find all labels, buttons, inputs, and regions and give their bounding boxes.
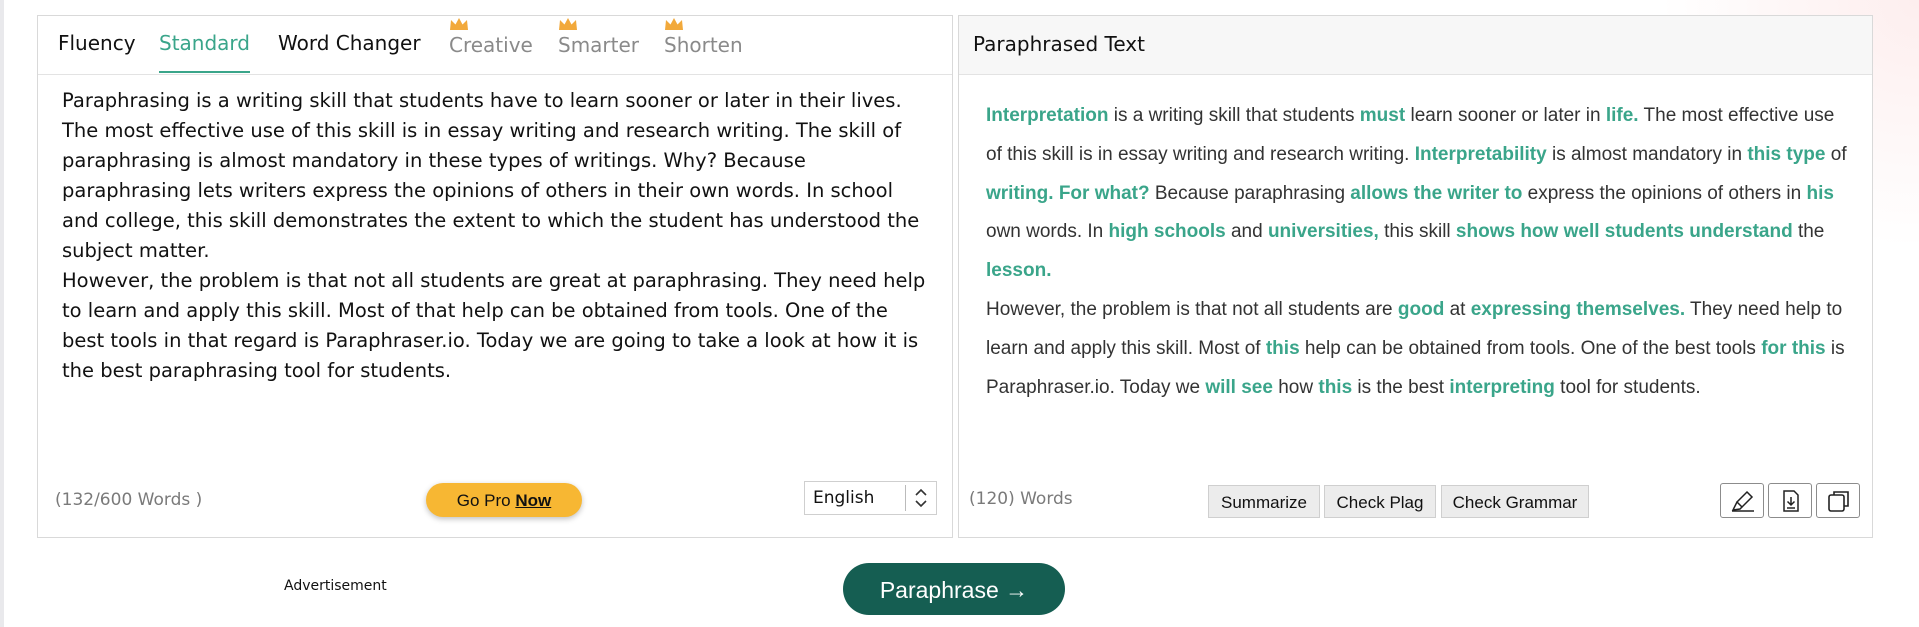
changed-word[interactable]: shows how well students understand — [1456, 221, 1793, 242]
crown-icon — [665, 18, 683, 30]
highlighter-icon — [1731, 490, 1754, 512]
check-grammar-button[interactable]: Check Grammar — [1441, 485, 1589, 518]
changed-word[interactable]: allows the writer to — [1350, 183, 1522, 204]
output-segment: Because paraphrasing — [1149, 182, 1351, 204]
crown-icon — [450, 18, 468, 30]
output-footer: (120) Words Summarize Check Plag Check G… — [959, 475, 1872, 537]
highlighter-button[interactable] — [1720, 483, 1764, 518]
chevron-updown-icon — [905, 485, 927, 511]
output-segment: own words. In — [986, 221, 1109, 243]
input-word-count: (132/600 Words ) — [55, 490, 203, 510]
tab-creative[interactable]: Creative — [449, 18, 533, 75]
tab-fluency[interactable]: Fluency — [58, 29, 136, 73]
tab-label: Standard — [159, 31, 250, 55]
check-plag-button[interactable]: Check Plag — [1324, 485, 1436, 518]
language-value: English — [813, 488, 875, 508]
output-segment: at — [1444, 298, 1471, 320]
changed-word[interactable]: his — [1807, 183, 1834, 204]
output-text[interactable]: Interpretation is a writing skill that s… — [986, 97, 1852, 407]
changed-word[interactable]: expressing themselves. — [1471, 299, 1685, 320]
changed-word[interactable]: will see — [1205, 377, 1273, 398]
changed-word[interactable]: interpreting — [1449, 377, 1555, 398]
output-segment: express the opinions of others in — [1522, 182, 1807, 204]
advertisement-label: Advertisement — [284, 578, 387, 594]
paraphrase-button[interactable]: Paraphrase → — [843, 563, 1065, 615]
copy-icon — [1828, 491, 1849, 512]
changed-word[interactable]: this — [1318, 377, 1352, 398]
output-header: Paraphrased Text — [959, 16, 1872, 75]
changed-word[interactable]: high schools — [1109, 221, 1226, 242]
tab-label: Smarter — [558, 33, 640, 57]
output-segment: is the best — [1352, 376, 1450, 398]
tab-smarter[interactable]: Smarter — [558, 18, 640, 75]
changed-word[interactable]: for this — [1761, 338, 1825, 359]
output-word-count: (120) Words — [969, 489, 1073, 509]
crown-icon — [559, 18, 577, 30]
output-segment: is almost mandatory in — [1546, 143, 1748, 165]
changed-word[interactable]: life. — [1606, 105, 1639, 126]
output-segment: of — [1825, 143, 1847, 165]
tab-shorten[interactable]: Shorten — [664, 18, 743, 75]
changed-word[interactable]: Interpretability — [1415, 144, 1547, 165]
input-paragraph: However, the problem is that not all stu… — [62, 269, 926, 382]
go-pro-label: Go Pro — [456, 491, 516, 510]
output-segment: However, the problem is that not all stu… — [986, 298, 1398, 320]
changed-word[interactable]: universities, — [1268, 221, 1379, 242]
copy-button[interactable] — [1816, 483, 1860, 518]
changed-word[interactable]: good — [1398, 299, 1444, 320]
output-paragraph: However, the problem is that not all stu… — [986, 291, 1852, 407]
changed-word[interactable]: this type — [1747, 144, 1825, 165]
input-paragraph: Paraphrasing is a writing skill that stu… — [62, 89, 920, 262]
summarize-button[interactable]: Summarize — [1208, 485, 1320, 518]
input-footer: (132/600 Words ) Go Pro Now English — [38, 475, 952, 537]
download-button[interactable] — [1768, 483, 1812, 518]
tab-standard[interactable]: Standard — [159, 29, 250, 73]
output-segment: how — [1272, 376, 1319, 398]
tab-label: Word Changer — [278, 31, 421, 55]
tab-label: Creative — [449, 33, 533, 57]
output-panel: Paraphrased Text Interpretation is a wri… — [958, 15, 1873, 538]
changed-word[interactable]: must — [1360, 105, 1405, 126]
output-segment: the — [1792, 221, 1825, 243]
active-tab-underline — [159, 71, 250, 73]
mode-tabs: Fluency Standard Word Changer Creative S… — [38, 16, 952, 75]
input-textarea[interactable]: Paraphrasing is a writing skill that stu… — [62, 86, 932, 386]
changed-word[interactable]: writing. For what? — [986, 183, 1150, 204]
output-segment: this skill — [1378, 221, 1456, 243]
tab-label: Fluency — [58, 31, 136, 55]
tab-word-changer[interactable]: Word Changer — [278, 29, 421, 73]
changed-word[interactable]: this — [1266, 338, 1300, 359]
page-edge — [0, 0, 4, 627]
changed-word[interactable]: lesson. — [986, 260, 1051, 281]
input-panel: Fluency Standard Word Changer Creative S… — [37, 15, 953, 538]
output-segment: is a writing skill that students — [1108, 105, 1360, 126]
output-segment: help can be obtained from tools. One of … — [1299, 337, 1762, 359]
output-paragraph: Interpretation is a writing skill that s… — [986, 97, 1852, 291]
output-title: Paraphrased Text — [973, 32, 1145, 56]
go-pro-now: Now — [515, 491, 552, 510]
changed-word[interactable]: Interpretation — [986, 105, 1108, 126]
output-segment: tool for students. — [1554, 376, 1701, 398]
tab-label: Shorten — [664, 33, 743, 57]
download-icon — [1783, 490, 1799, 512]
output-segment: and — [1225, 221, 1268, 243]
output-segment: learn sooner or later in — [1405, 105, 1606, 126]
go-pro-button[interactable]: Go Pro Now — [426, 483, 582, 517]
language-select[interactable]: English — [804, 481, 937, 515]
